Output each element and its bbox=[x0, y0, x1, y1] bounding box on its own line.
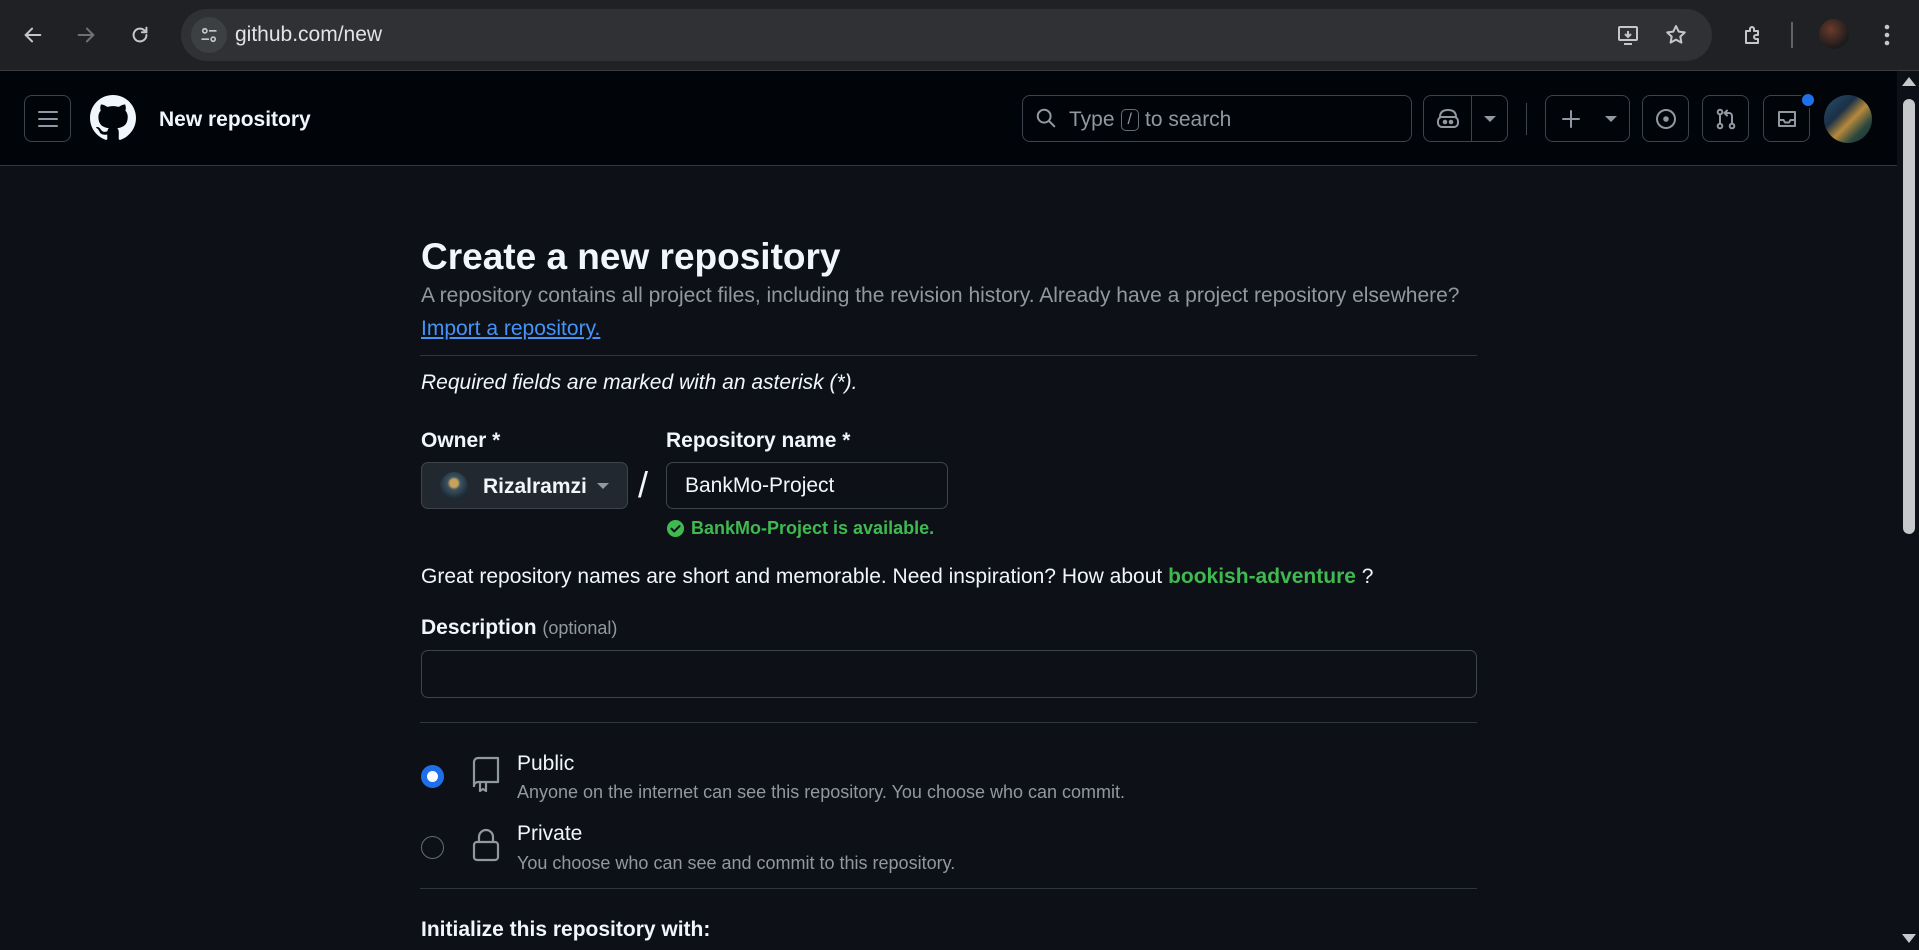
copilot-button[interactable] bbox=[1423, 95, 1508, 142]
issues-icon bbox=[1655, 108, 1676, 129]
check-circle-icon bbox=[666, 519, 685, 538]
public-description: Anyone on the internet can see this repo… bbox=[517, 782, 1126, 802]
address-bar[interactable]: github.com/new bbox=[181, 9, 1712, 61]
scroll-up-arrow[interactable] bbox=[1902, 77, 1916, 86]
toolbar-divider bbox=[1791, 22, 1793, 48]
inbox-icon bbox=[1777, 110, 1796, 127]
profile-avatar[interactable] bbox=[1819, 19, 1849, 49]
hamburger-menu-button[interactable] bbox=[24, 95, 71, 142]
owner-avatar bbox=[440, 472, 468, 500]
pull-requests-button[interactable] bbox=[1702, 95, 1749, 142]
owner-dropdown[interactable]: Rizalramzi bbox=[421, 462, 628, 509]
divider bbox=[420, 355, 1477, 356]
install-app-icon[interactable] bbox=[1613, 20, 1643, 50]
create-new-button[interactable] bbox=[1545, 95, 1630, 142]
owner-label: Owner * bbox=[421, 429, 501, 452]
search-shortcut-key: / bbox=[1120, 109, 1139, 131]
description-label: Description (optional) bbox=[421, 616, 617, 640]
owner-repo-separator: / bbox=[638, 464, 649, 505]
plus-icon bbox=[1562, 110, 1580, 128]
browser-toolbar: github.com/new bbox=[0, 0, 1919, 71]
search-suffix: to search bbox=[1144, 108, 1232, 131]
github-header: New repository Type / to search bbox=[0, 71, 1897, 166]
repo-icon bbox=[472, 756, 500, 792]
back-arrow-icon[interactable] bbox=[15, 17, 51, 53]
scroll-down-arrow[interactable] bbox=[1902, 934, 1916, 943]
import-repository-link[interactable]: Import a repository. bbox=[421, 317, 600, 341]
kebab-menu-icon[interactable] bbox=[1869, 17, 1905, 53]
intro-text: A repository contains all project files,… bbox=[421, 284, 1460, 307]
form-heading: Create a new repository bbox=[421, 236, 841, 277]
page-title[interactable]: New repository bbox=[159, 108, 311, 132]
description-label-text: Description bbox=[421, 616, 537, 639]
availability-message: BankMo-Project is available. bbox=[666, 518, 934, 539]
inspiration-text: Great repository names are short and mem… bbox=[421, 565, 1163, 588]
repository-name-input[interactable] bbox=[666, 462, 948, 509]
public-title: Public bbox=[517, 752, 575, 775]
inspiration-suffix: ? bbox=[1361, 565, 1374, 588]
required-fields-note: Required fields are marked with an aster… bbox=[421, 371, 858, 394]
site-info-icon[interactable] bbox=[191, 17, 227, 53]
initialize-heading: Initialize this repository with: bbox=[421, 918, 711, 941]
owner-name: Rizalramzi bbox=[483, 475, 587, 498]
suggested-name-link[interactable]: bookish-adventure bbox=[1168, 565, 1356, 588]
repository-name-label: Repository name * bbox=[666, 429, 851, 452]
extensions-puzzle-icon[interactable] bbox=[1735, 17, 1771, 53]
notification-indicator bbox=[1800, 92, 1816, 108]
avatar[interactable] bbox=[1824, 95, 1872, 143]
public-radio[interactable] bbox=[421, 765, 444, 788]
chevron-down-icon bbox=[1605, 116, 1617, 122]
divider bbox=[420, 888, 1477, 889]
search-placeholder: Type / to search bbox=[1069, 108, 1231, 132]
hamburger-icon bbox=[37, 110, 58, 127]
header-divider bbox=[1526, 103, 1527, 135]
bookmark-star-icon[interactable] bbox=[1661, 20, 1691, 50]
availability-text: BankMo-Project is available. bbox=[691, 518, 935, 538]
lock-icon bbox=[472, 828, 500, 862]
issues-button[interactable] bbox=[1642, 95, 1689, 142]
url-text[interactable]: github.com/new bbox=[235, 23, 382, 47]
private-title: Private bbox=[517, 822, 583, 845]
reload-icon[interactable] bbox=[122, 17, 158, 53]
copilot-icon[interactable] bbox=[1424, 96, 1471, 141]
divider bbox=[420, 722, 1477, 723]
chevron-down-icon bbox=[597, 483, 609, 489]
private-radio[interactable] bbox=[421, 836, 444, 859]
chevron-down-icon[interactable] bbox=[1472, 96, 1508, 141]
optional-hint: (optional) bbox=[542, 618, 618, 638]
scrollbar-thumb[interactable] bbox=[1903, 99, 1915, 534]
forward-arrow-icon[interactable] bbox=[68, 17, 104, 53]
private-description: You choose who can see and commit to thi… bbox=[517, 853, 956, 873]
description-input[interactable] bbox=[421, 650, 1477, 698]
github-logo-icon[interactable] bbox=[90, 95, 136, 141]
search-icon bbox=[1036, 108, 1056, 128]
name-inspiration: Great repository names are short and mem… bbox=[421, 565, 1373, 589]
pull-requests-icon bbox=[1716, 108, 1735, 129]
search-prefix: Type bbox=[1069, 108, 1115, 131]
search-input[interactable]: Type / to search bbox=[1022, 95, 1412, 142]
